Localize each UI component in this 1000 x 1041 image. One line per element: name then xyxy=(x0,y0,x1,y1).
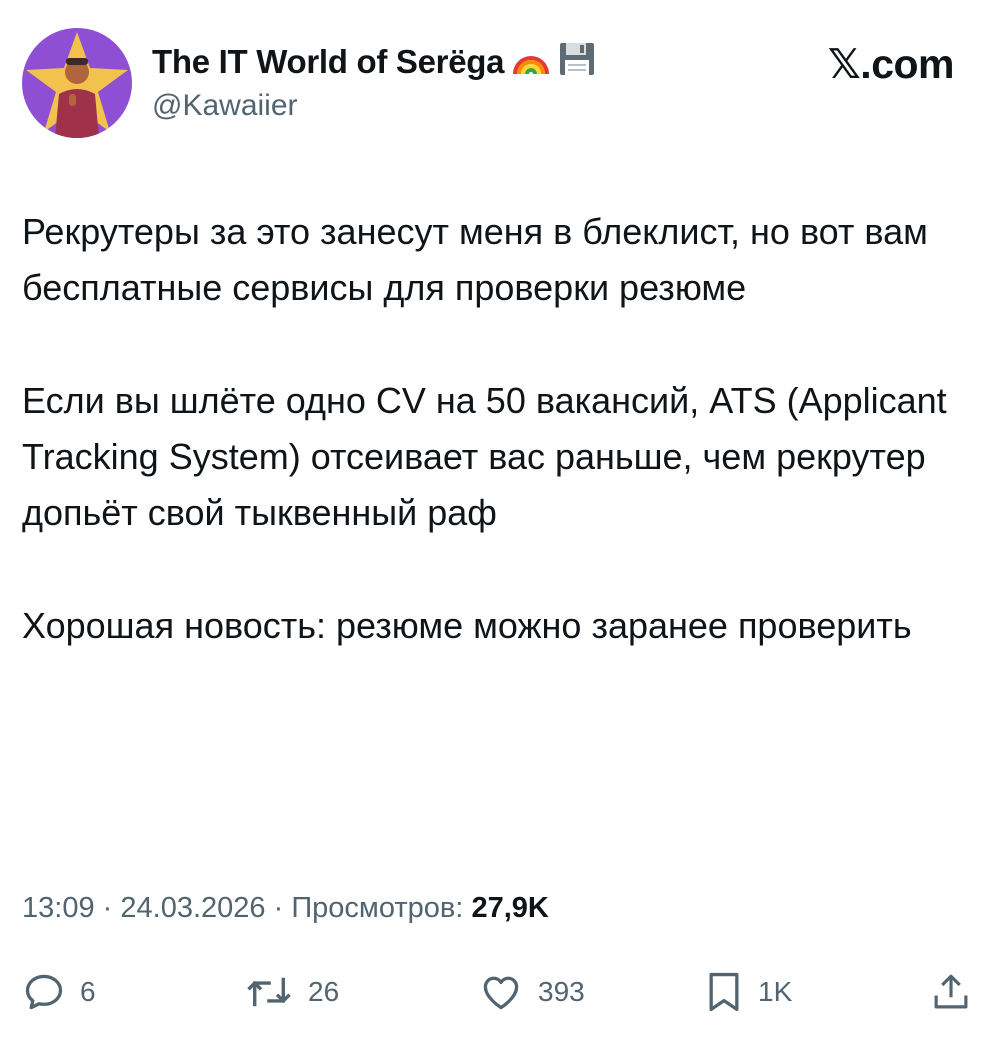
reply-count: 6 xyxy=(80,976,96,1007)
views-count: 27,9K xyxy=(471,892,549,924)
avatar[interactable] xyxy=(22,28,132,138)
tweet-paragraph: Если вы шлёте одно CV на 50 вакансий, AT… xyxy=(22,380,947,533)
tweet-paragraph: Хорошая новость: резюме можно заранее пр… xyxy=(22,605,912,646)
views-label: Просмотров: xyxy=(291,892,464,924)
like-button[interactable]: 393 xyxy=(478,966,585,1018)
user-handle[interactable]: @Kawaiier xyxy=(152,89,298,123)
avatar-image xyxy=(22,28,132,138)
bookmark-icon xyxy=(704,970,744,1014)
display-name-text: The IT World of Serëga xyxy=(152,42,505,80)
tweet-paragraph: Рекрутеры за это занесут меня в блеклист… xyxy=(22,211,928,308)
rainbow-icon xyxy=(512,42,550,81)
like-count: 393 xyxy=(538,976,585,1007)
share-icon xyxy=(930,970,972,1014)
meta-separator: · xyxy=(102,892,113,924)
display-name[interactable]: The IT World of Serëga xyxy=(152,41,596,82)
bookmark-count: 1K xyxy=(758,976,793,1007)
like-icon xyxy=(478,970,524,1014)
repost-icon xyxy=(244,970,294,1014)
tweet-meta: 13:09 · 24.03.2026 · Просмотров: 27,9K xyxy=(22,892,549,925)
floppy-disk-icon xyxy=(558,41,596,82)
site-label: 𝕏.com xyxy=(827,41,955,87)
repost-button[interactable]: 26 xyxy=(244,966,339,1018)
reply-icon xyxy=(22,970,66,1014)
bookmark-button[interactable]: 1K xyxy=(704,966,792,1018)
action-bar: 6 26 393 1K xyxy=(0,966,1000,1018)
repost-count: 26 xyxy=(308,976,340,1007)
tweet-date[interactable]: 24.03.2026 xyxy=(120,892,265,924)
share-button[interactable] xyxy=(930,966,972,1018)
reply-button[interactable]: 6 xyxy=(22,966,96,1018)
tweet-text: Рекрутеры за это занесут меня в блеклист… xyxy=(22,204,972,711)
meta-separator: · xyxy=(273,892,284,924)
tweet-time[interactable]: 13:09 xyxy=(22,892,95,924)
